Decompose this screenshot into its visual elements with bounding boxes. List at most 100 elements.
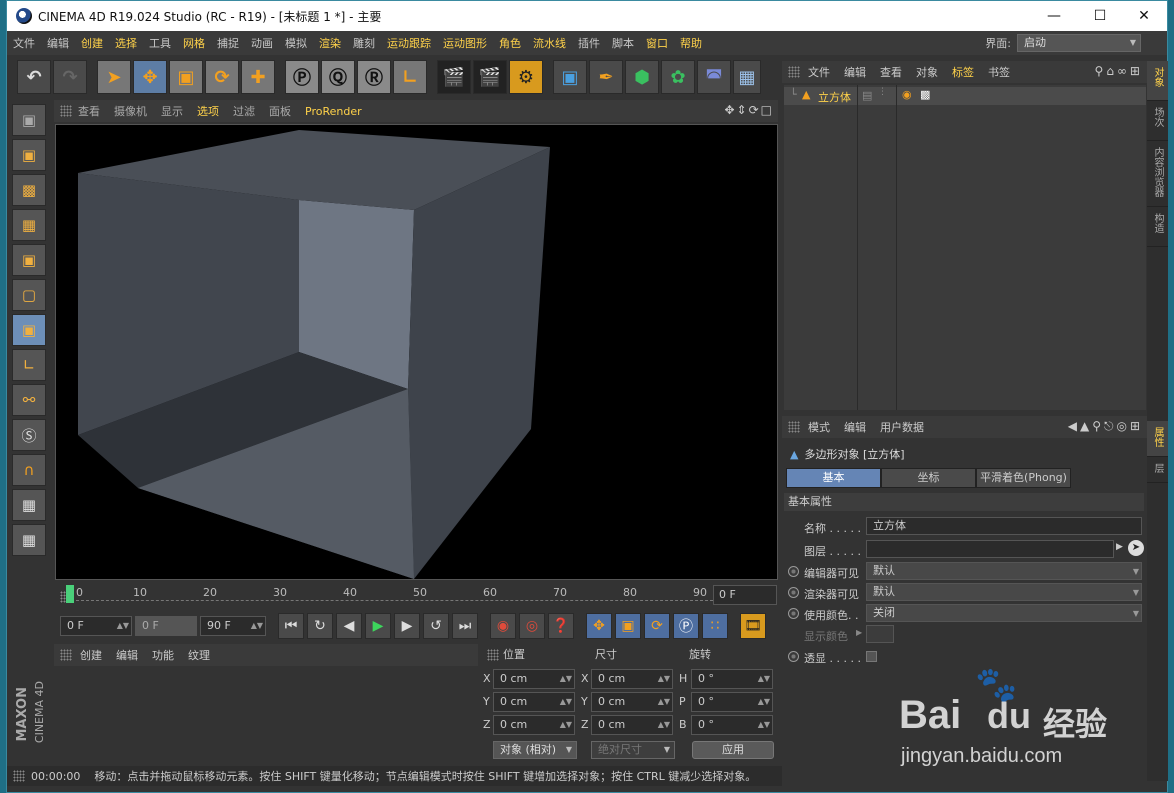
viewport-menu-cameras[interactable]: 摄像机 xyxy=(114,103,147,119)
play-button[interactable]: ▶ xyxy=(365,613,391,639)
object-menu-bookmarks[interactable]: 书签 xyxy=(988,64,1010,80)
object-menu-view[interactable]: 查看 xyxy=(880,64,902,80)
menu-snap[interactable]: 捕捉 xyxy=(211,35,245,51)
keyframe-selection-button[interactable]: ❓ xyxy=(548,613,574,639)
render-settings-button[interactable]: ⚙ xyxy=(509,60,543,94)
menu-simulate[interactable]: 模拟 xyxy=(279,35,313,51)
prev-key-button[interactable]: ↻ xyxy=(307,613,333,639)
texture-mode-button[interactable]: ▩ xyxy=(12,174,46,206)
lock-workplane-button[interactable]: ▦ xyxy=(12,489,46,521)
viewport-nav-icons[interactable]: ✥⇕⟳□ xyxy=(724,103,774,117)
viewport-menu-prorender[interactable]: ProRender xyxy=(305,105,362,118)
model-mode-button[interactable]: ▣ xyxy=(12,139,46,171)
attr-menu-edit[interactable]: 编辑 xyxy=(844,419,866,435)
coord-mode-dropdown[interactable]: 对象 (相对) ▼ xyxy=(493,741,577,759)
y-axis-button[interactable]: Ⓠ xyxy=(321,60,355,94)
menu-edit[interactable]: 编辑 xyxy=(41,35,75,51)
menu-plugins[interactable]: 插件 xyxy=(572,35,606,51)
expand-arrow-icon[interactable]: ▶ xyxy=(856,628,862,637)
side-tab-attributes[interactable]: 属性 xyxy=(1147,421,1168,457)
menu-select[interactable]: 选择 xyxy=(109,35,143,51)
object-menu-tags[interactable]: 标签 xyxy=(952,64,974,80)
menu-tools[interactable]: 工具 xyxy=(143,35,177,51)
rotation-p-field[interactable]: 0 ° ▲▼ xyxy=(691,692,773,712)
panel-grip-icon[interactable] xyxy=(60,649,72,661)
size-mode-dropdown[interactable]: 绝对尺寸 ▼ xyxy=(591,741,675,759)
viewport-menu-display[interactable]: 显示 xyxy=(161,103,183,119)
coordinate-system-button[interactable]: ∟ xyxy=(393,60,427,94)
menu-pipeline[interactable]: 流水线 xyxy=(527,35,572,51)
axis-mode-button[interactable]: ∟ xyxy=(12,349,46,381)
panel-grip-icon[interactable] xyxy=(60,105,72,117)
undo-button[interactable]: ↶ xyxy=(17,60,51,94)
xray-checkbox[interactable] xyxy=(866,651,877,662)
redo-button[interactable]: ↷ xyxy=(53,60,87,94)
key-rotation-button[interactable]: ⟳ xyxy=(644,613,670,639)
size-z-field[interactable]: 0 cm ▲▼ xyxy=(591,715,673,735)
z-axis-button[interactable]: Ⓡ xyxy=(357,60,391,94)
end-frame-field[interactable]: 90 F ▲▼ xyxy=(200,616,266,636)
goto-end-button[interactable]: ⏭ xyxy=(452,613,478,639)
viewport-menu-filter[interactable]: 过滤 xyxy=(233,103,255,119)
size-x-field[interactable]: 0 cm ▲▼ xyxy=(591,669,673,689)
side-tab-objects[interactable]: 对象 xyxy=(1147,61,1168,101)
key-pla-button[interactable]: ∷ xyxy=(702,613,728,639)
editor-visible-dropdown[interactable]: 默认 ▼ xyxy=(866,562,1142,580)
menu-mesh[interactable]: 网格 xyxy=(177,35,211,51)
3d-viewport[interactable] xyxy=(55,124,778,580)
column-divider[interactable] xyxy=(896,85,897,410)
points-mode-button[interactable]: ▣ xyxy=(12,244,46,276)
maximize-button[interactable]: ☐ xyxy=(1077,1,1123,31)
timeline-window-button[interactable]: 🎞 xyxy=(740,613,766,639)
recent-tool-button[interactable]: ✚ xyxy=(241,60,275,94)
polygons-mode-button[interactable]: ▣ xyxy=(12,314,46,346)
goto-start-button[interactable]: ⏮ xyxy=(278,613,304,639)
viewport-menu-panel[interactable]: 面板 xyxy=(269,103,291,119)
visibility-dots-icon[interactable]: ⋮ xyxy=(878,87,887,97)
animate-radio-icon[interactable] xyxy=(788,587,799,598)
material-menu-function[interactable]: 功能 xyxy=(152,647,174,663)
pen-spline-button[interactable]: ✒ xyxy=(589,60,623,94)
rotation-h-field[interactable]: 0 ° ▲▼ xyxy=(691,669,773,689)
object-menu-edit[interactable]: 编辑 xyxy=(844,64,866,80)
display-color-swatch[interactable] xyxy=(866,625,894,643)
key-position-button[interactable]: ✥ xyxy=(586,613,612,639)
attr-menu-mode[interactable]: 模式 xyxy=(808,419,830,435)
prev-frame-button[interactable]: ◀ xyxy=(336,613,362,639)
animate-radio-icon[interactable] xyxy=(788,566,799,577)
rotate-tool-button[interactable]: ⟳ xyxy=(205,60,239,94)
menu-help[interactable]: 帮助 xyxy=(674,35,708,51)
magnet-button[interactable]: ∩ xyxy=(12,454,46,486)
move-tool-button[interactable]: ✥ xyxy=(133,60,167,94)
object-menu-objects[interactable]: 对象 xyxy=(916,64,938,80)
material-menu-create[interactable]: 创建 xyxy=(80,647,102,663)
rotation-b-field[interactable]: 0 ° ▲▼ xyxy=(691,715,773,735)
make-editable-button[interactable]: ▣ xyxy=(12,104,46,136)
workplane-mode-button[interactable]: ▦ xyxy=(12,209,46,241)
layer-field[interactable] xyxy=(866,540,1114,558)
use-color-dropdown[interactable]: 关闭 ▼ xyxy=(866,604,1142,622)
animate-radio-icon[interactable] xyxy=(788,608,799,619)
phong-tag-icon[interactable]: ◉ xyxy=(902,88,912,101)
position-x-field[interactable]: 0 cm ▲▼ xyxy=(493,669,575,689)
auto-key-button[interactable]: ◎ xyxy=(519,613,545,639)
scale-tool-button[interactable]: ▣ xyxy=(169,60,203,94)
side-tab-takes[interactable]: 场次 xyxy=(1147,101,1168,141)
side-tab-content-browser[interactable]: 内容浏览器 xyxy=(1147,141,1168,207)
next-key-button[interactable]: ↺ xyxy=(423,613,449,639)
planar-workplane-button[interactable]: ▦ xyxy=(12,524,46,556)
panel-grip-icon[interactable] xyxy=(788,66,800,78)
attr-tab-coord[interactable]: 坐标 xyxy=(881,468,976,488)
menu-file[interactable]: 文件 xyxy=(7,35,41,51)
playhead-marker[interactable] xyxy=(66,585,74,603)
menu-animate[interactable]: 动画 xyxy=(245,35,279,51)
panel-grip-icon[interactable] xyxy=(788,421,800,433)
animate-radio-icon[interactable] xyxy=(788,651,799,662)
layout-dropdown[interactable]: 启动 ▼ xyxy=(1017,34,1141,52)
menu-character[interactable]: 角色 xyxy=(493,35,527,51)
apply-button[interactable]: 应用 xyxy=(692,741,774,759)
side-tab-layers[interactable]: 层 xyxy=(1147,457,1168,483)
attribute-toolbar-icons[interactable]: ◀▲⚲⎋◎⊞ xyxy=(1068,419,1143,434)
array-button[interactable]: ✿ xyxy=(661,60,695,94)
x-axis-button[interactable]: Ⓟ xyxy=(285,60,319,94)
